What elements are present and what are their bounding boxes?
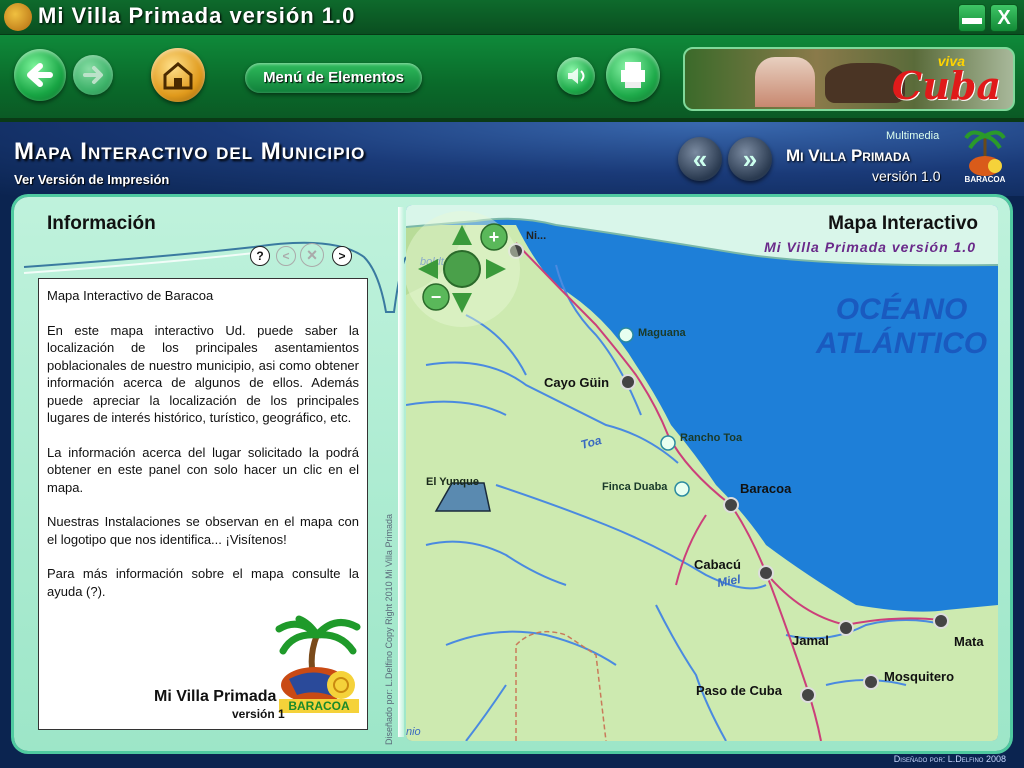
info-panel: Información ? < × > Mapa Interactivo de … — [14, 197, 406, 751]
minimize-button[interactable]: ▬ — [958, 4, 986, 32]
zoom-in-icon: + — [489, 227, 500, 247]
map-label-rancho-toa: Rancho Toa — [680, 432, 743, 444]
baracoa-logo: BARACOA — [275, 615, 361, 713]
previous-icon[interactable]: < — [276, 246, 296, 266]
stop-icon[interactable]: × — [300, 243, 324, 267]
home-button[interactable] — [151, 48, 205, 102]
map-subtitle: Mi Villa Primada versión 1.0 — [764, 239, 976, 255]
couple-photo — [755, 57, 815, 107]
brand-version: versión 1.0 — [872, 168, 941, 184]
printer-icon — [621, 62, 645, 88]
arrow-left-icon — [27, 63, 53, 87]
info-title: Información — [47, 213, 156, 234]
logo-text: BARACOA — [288, 699, 350, 713]
info-paragraph: En este mapa interactivo Ud. puede saber… — [47, 322, 359, 426]
multimedia-label: Multimedia — [886, 130, 940, 142]
ocean-label-line1: OCÉANO — [835, 293, 968, 326]
ocean-label-line2: ATLÁNTICO — [816, 327, 988, 360]
viva-cuba-banner: viva Cuba — [683, 47, 1015, 111]
print-button[interactable] — [606, 48, 660, 102]
back-button[interactable] — [14, 49, 66, 101]
zoom-out-icon: − — [431, 287, 442, 307]
title-bar: Mi Villa Primada versión 1.0 ▬ X — [0, 0, 1024, 35]
panel-divider — [398, 207, 404, 737]
map-canvas[interactable]: El Yunque Toa Miel boldt nio Ni... Magua… — [406, 205, 998, 741]
elements-menu-button[interactable]: Menú de Elementos — [245, 63, 422, 93]
print-version-link[interactable]: Ver Versión de Impresión — [14, 172, 169, 187]
previous-page-button[interactable]: « — [678, 137, 722, 181]
pan-center-button — [443, 250, 481, 288]
close-button[interactable]: X — [990, 4, 1018, 32]
designer-credit: Diseñado por: L.Delfino 2008 — [893, 754, 1006, 764]
map-label-yunque: El Yunque — [426, 476, 479, 488]
app-logo-icon — [4, 3, 32, 31]
map-label-paso-de-cuba: Paso de Cuba — [696, 683, 783, 698]
map-title: Mapa Interactivo — [828, 213, 978, 234]
map-nav-control[interactable]: + − — [406, 211, 520, 327]
sound-button[interactable] — [557, 57, 595, 95]
info-brand: Mi Villa Primada — [154, 688, 277, 705]
info-paragraph: Nuestras Instalaciones se observan en el… — [47, 514, 359, 547]
arrow-right-icon — [83, 66, 103, 84]
help-icon[interactable]: ? — [250, 246, 270, 266]
baracoa-logo: BARACOA — [964, 130, 1006, 184]
map-label-cabacu: Cabacú — [694, 557, 741, 572]
page-header: Mapa Interactivo del Municipio Ver Versi… — [0, 122, 1024, 196]
forward-button[interactable] — [73, 55, 113, 95]
map-label-finca-duaba: Finca Duaba — [602, 481, 668, 493]
banner-cuba: Cuba — [891, 63, 1001, 108]
logo-text: BARACOA — [965, 175, 1006, 184]
map-label-mata: Mata — [954, 634, 984, 649]
speaker-icon — [568, 68, 585, 84]
next-page-button[interactable]: » — [728, 137, 772, 181]
next-icon[interactable]: > — [332, 246, 352, 266]
window-title: Mi Villa Primada versión 1.0 — [38, 3, 356, 28]
map-label-cayo-guin: Cayo Güin — [544, 375, 609, 390]
info-version: versión 1 — [232, 707, 285, 721]
interactive-map[interactable]: El Yunque Toa Miel boldt nio Ni... Magua… — [406, 205, 998, 741]
toolbar: Menú de Elementos viva Cuba — [0, 35, 1024, 122]
map-label-ni: Ni... — [526, 230, 546, 242]
info-paragraph: La información acerca del lugar solicita… — [47, 444, 359, 495]
brand-name: Mi Villa Primada — [786, 146, 911, 165]
page-title: Mapa Interactivo del Municipio — [14, 138, 366, 165]
map-label-jamal: Jamal — [792, 633, 829, 648]
river-label-nio: nio — [406, 726, 421, 738]
info-paragraph: Para más información sobre el mapa consu… — [47, 566, 359, 599]
house-icon — [163, 62, 193, 90]
map-label-mosquitero: Mosquitero — [884, 669, 954, 684]
info-heading: Mapa Interactivo de Baracoa — [47, 288, 214, 303]
map-label-maguana: Maguana — [638, 327, 687, 339]
copyright-credit: Diseñado por: L.Delfino Copy Right 2010 … — [384, 514, 394, 745]
ocean-label: OCÉANO ATLÁNTICO — [816, 293, 987, 361]
map-label-baracoa: Baracoa — [740, 481, 792, 496]
main-panel: Información ? < × > Mapa Interactivo de … — [14, 197, 1010, 751]
